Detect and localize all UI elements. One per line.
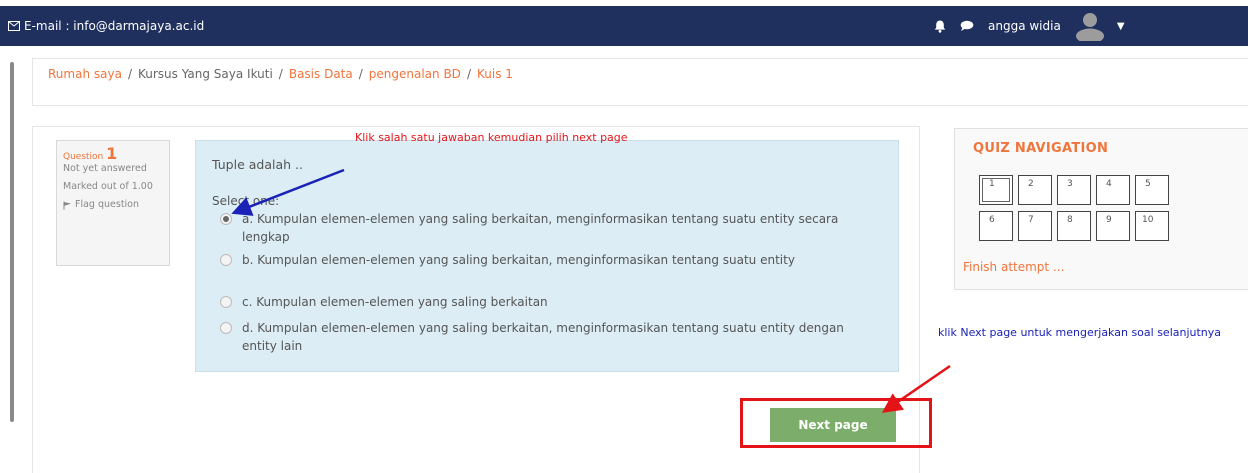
caret-down-icon[interactable]: ▼	[1117, 21, 1125, 32]
breadcrumb-quiz[interactable]: Kuis 1	[477, 67, 513, 81]
page-scrollbar[interactable]	[10, 62, 14, 422]
highlight-box	[740, 398, 932, 448]
quiz-nav-button-1[interactable]: 1	[979, 175, 1013, 205]
radio-unchecked[interactable]	[220, 254, 232, 266]
question-text: Tuple adalah ..	[212, 157, 303, 172]
annotation-select-answer: Klik salah satu jawaban kemudian pilih n…	[355, 131, 628, 144]
user-name[interactable]: angga widia	[988, 19, 1061, 33]
answer-label: b. Kumpulan elemen-elemen yang saling be…	[242, 253, 795, 267]
quiz-nav-button-7[interactable]: 7	[1018, 211, 1052, 241]
answer-label: d. Kumpulan elemen-elemen yang saling be…	[242, 321, 844, 353]
breadcrumb-section[interactable]: pengenalan BD	[369, 67, 461, 81]
question-status: Not yet answered	[63, 163, 147, 174]
quiz-nav-button-8[interactable]: 8	[1057, 211, 1091, 241]
answer-label: a. Kumpulan elemen-elemen yang saling be…	[242, 212, 839, 244]
flag-question-label: Flag question	[75, 199, 140, 210]
chat-icon[interactable]	[960, 20, 974, 32]
question-grade: Marked out of 1.00	[63, 181, 153, 192]
quiz-nav-button-10[interactable]: 10	[1135, 211, 1169, 241]
breadcrumb-card: Rumah saya / Kursus Yang Saya Ikuti / Ba…	[32, 58, 1248, 106]
annotation-next-page: klik Next page untuk mengerjakan soal se…	[938, 326, 1222, 339]
envelope-icon	[8, 21, 20, 31]
quiz-navigation-block: QUIZ NAVIGATION 1 2 3 4 5 6 7 8 9 10 Fin…	[954, 128, 1248, 290]
finish-attempt-link[interactable]: Finish attempt ...	[963, 260, 1064, 274]
bell-icon[interactable]	[934, 20, 946, 33]
question-number: Question 1	[63, 144, 118, 163]
breadcrumb-course[interactable]: Basis Data	[289, 67, 353, 81]
avatar[interactable]	[1073, 11, 1107, 41]
quiz-nav-button-5[interactable]: 5	[1135, 175, 1169, 205]
quiz-nav-button-6[interactable]: 6	[979, 211, 1013, 241]
breadcrumb-separator: /	[466, 67, 471, 81]
top-navbar: E-mail : info@darmajaya.ac.id angga widi…	[0, 6, 1248, 46]
answer-label: c. Kumpulan elemen-elemen yang saling be…	[242, 295, 548, 309]
breadcrumb-separator: /	[358, 67, 363, 81]
radio-unchecked[interactable]	[220, 296, 232, 308]
breadcrumb-separator: /	[127, 67, 132, 81]
question-formulation: Tuple adalah .. Select one: a. Kumpulan …	[195, 140, 899, 372]
answer-option-a[interactable]: a. Kumpulan elemen-elemen yang saling be…	[220, 210, 890, 246]
quiz-nav-button-4[interactable]: 4	[1096, 175, 1130, 205]
answer-option-b[interactable]: b. Kumpulan elemen-elemen yang saling be…	[220, 251, 890, 287]
contact-email[interactable]: E-mail : info@darmajaya.ac.id	[8, 19, 204, 33]
quiz-nav-button-9[interactable]: 9	[1096, 211, 1130, 241]
breadcrumb-home[interactable]: Rumah saya	[48, 67, 122, 81]
answer-option-d[interactable]: d. Kumpulan elemen-elemen yang saling be…	[220, 319, 890, 355]
answer-option-c[interactable]: c. Kumpulan elemen-elemen yang saling be…	[220, 293, 890, 311]
select-prompt: Select one:	[212, 194, 280, 208]
breadcrumb-separator: /	[278, 67, 283, 81]
quiz-navigation-title: QUIZ NAVIGATION	[973, 141, 1109, 156]
flag-icon	[63, 201, 71, 209]
question-info: Question 1 Not yet answered Marked out o…	[56, 140, 170, 266]
email-text: E-mail : info@darmajaya.ac.id	[24, 19, 205, 33]
breadcrumb: Rumah saya / Kursus Yang Saya Ikuti / Ba…	[48, 67, 513, 81]
flag-question[interactable]: Flag question	[63, 199, 163, 211]
quiz-nav-button-2[interactable]: 2	[1018, 175, 1052, 205]
radio-checked[interactable]	[220, 213, 232, 225]
breadcrumb-my-courses: Kursus Yang Saya Ikuti	[137, 67, 273, 81]
radio-unchecked[interactable]	[220, 322, 232, 334]
quiz-nav-button-3[interactable]: 3	[1057, 175, 1091, 205]
